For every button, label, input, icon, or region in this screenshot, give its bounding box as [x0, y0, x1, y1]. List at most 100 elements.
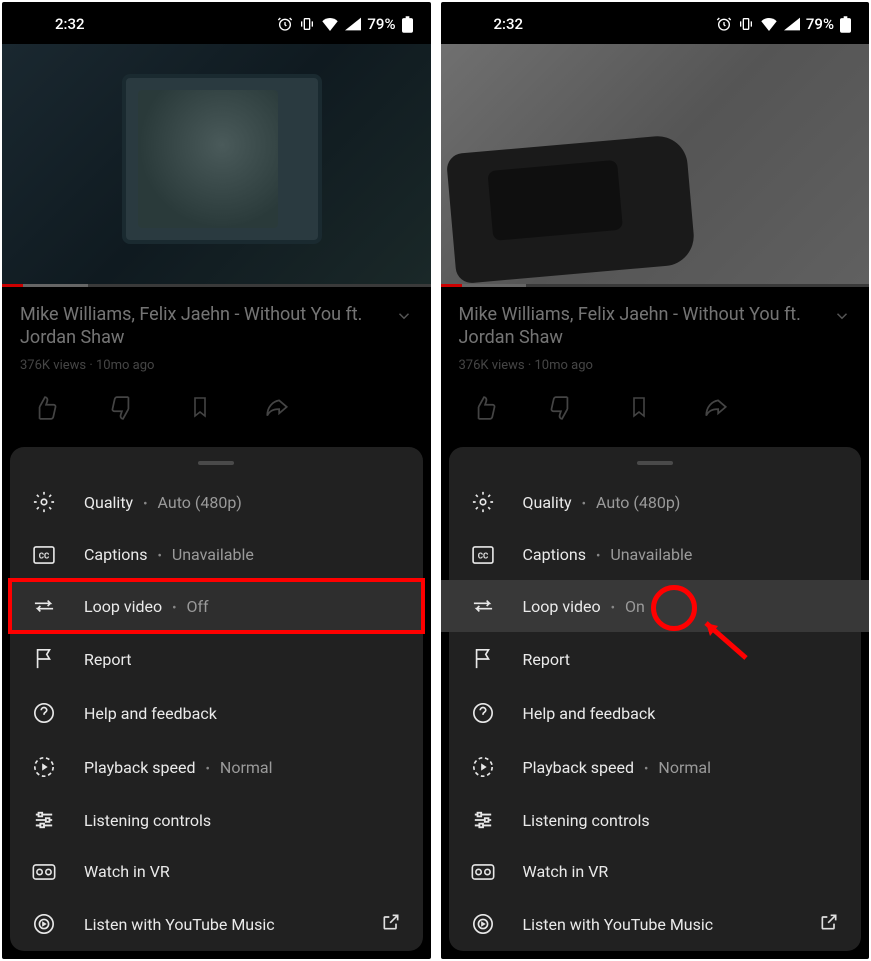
- loop-icon: [32, 596, 56, 616]
- loop-label: Loop video: [84, 597, 162, 616]
- vr-label: Watch in VR: [84, 862, 170, 881]
- quality-label: Quality: [84, 493, 133, 512]
- status-icons: 79%: [277, 15, 412, 33]
- help-label: Help and feedback: [84, 704, 217, 723]
- status-bar: 2:32 79%: [2, 2, 431, 44]
- loop-value: Off: [186, 597, 208, 616]
- listening-label: Listening controls: [84, 811, 211, 830]
- share-icon[interactable]: [703, 395, 729, 421]
- vibrate-icon: [738, 16, 754, 32]
- menu-captions[interactable]: CC Captions•Unavailable: [10, 529, 423, 580]
- ytmusic-label: Listen with YouTube Music: [84, 915, 275, 934]
- menu-loop-video[interactable]: Loop video•Off: [10, 580, 423, 632]
- wifi-icon: [321, 17, 339, 31]
- youtube-music-icon: [471, 913, 495, 935]
- status-bar: 2:32 79%: [441, 2, 870, 44]
- menu-listening-controls[interactable]: Listening controls: [449, 794, 862, 846]
- gear-icon: [32, 491, 56, 513]
- loop-label: Loop video: [523, 597, 601, 616]
- video-player[interactable]: [441, 44, 870, 284]
- external-link-icon: [381, 912, 401, 936]
- sheet-handle[interactable]: [637, 461, 673, 465]
- thumbs-down-icon[interactable]: [110, 395, 136, 421]
- loop-value: On: [625, 597, 645, 616]
- vibrate-icon: [299, 16, 315, 32]
- menu-watch-vr[interactable]: Watch in VR: [10, 846, 423, 897]
- alarm-icon: [277, 16, 293, 32]
- battery-text: 79%: [367, 15, 395, 33]
- speed-value: Normal: [658, 758, 711, 777]
- svg-text:CC: CC: [39, 550, 50, 560]
- signal-icon: [784, 17, 800, 31]
- quality-value: Auto (480p): [596, 493, 680, 512]
- external-link-icon: [819, 912, 839, 936]
- video-info: Mike Williams, Felix Jaehn - Without You…: [2, 287, 431, 381]
- settings-sheet: Quality•Auto (480p) CC Captions•Unavaila…: [449, 447, 862, 951]
- menu-watch-vr[interactable]: Watch in VR: [449, 846, 862, 897]
- status-time: 2:32: [20, 15, 85, 33]
- thumbs-down-icon[interactable]: [549, 395, 575, 421]
- speed-label: Playback speed: [523, 758, 635, 777]
- phone-screenshot-right: 2:32 79% Mike Williams, Felix Jaehn - Wi…: [441, 2, 870, 959]
- video-player[interactable]: [2, 44, 431, 284]
- video-meta: 376K views · 10mo ago: [459, 358, 852, 373]
- menu-help[interactable]: Help and feedback: [10, 686, 423, 740]
- menu-youtube-music[interactable]: Listen with YouTube Music: [10, 897, 423, 951]
- save-icon[interactable]: [188, 395, 212, 419]
- video-meta: 376K views · 10mo ago: [20, 358, 413, 373]
- menu-playback-speed[interactable]: Playback speed•Normal: [10, 740, 423, 794]
- speed-icon: [32, 756, 56, 778]
- menu-help[interactable]: Help and feedback: [449, 686, 862, 740]
- ytmusic-label: Listen with YouTube Music: [523, 915, 714, 934]
- annotation-circle: [651, 585, 697, 631]
- video-title[interactable]: Mike Williams, Felix Jaehn - Without You…: [20, 303, 383, 350]
- chevron-down-icon[interactable]: [833, 307, 851, 325]
- settings-sheet: Quality•Auto (480p) CC Captions•Unavaila…: [10, 447, 423, 951]
- sliders-icon: [471, 810, 495, 830]
- menu-youtube-music[interactable]: Listen with YouTube Music: [449, 897, 862, 951]
- menu-captions[interactable]: CC Captions•Unavailable: [449, 529, 862, 580]
- speed-label: Playback speed: [84, 758, 196, 777]
- phone-screenshot-left: 2:32 79% Mike Williams, Felix Jaehn - Wi…: [2, 2, 431, 959]
- video-info: Mike Williams, Felix Jaehn - Without You…: [441, 287, 870, 381]
- speed-value: Normal: [220, 758, 273, 777]
- report-label: Report: [84, 650, 132, 669]
- vr-icon: [32, 864, 56, 880]
- chevron-down-icon[interactable]: [395, 307, 413, 325]
- action-buttons: [441, 381, 870, 427]
- thumbs-up-icon[interactable]: [32, 395, 58, 421]
- battery-icon: [402, 16, 413, 33]
- help-icon: [471, 702, 495, 724]
- battery-icon: [840, 16, 851, 33]
- action-buttons: [2, 381, 431, 427]
- sliders-icon: [32, 810, 56, 830]
- report-label: Report: [523, 650, 571, 669]
- save-icon[interactable]: [627, 395, 651, 419]
- sheet-handle[interactable]: [198, 461, 234, 465]
- status-icons: 79%: [716, 15, 851, 33]
- status-time: 2:32: [459, 15, 524, 33]
- menu-report[interactable]: Report: [449, 632, 862, 686]
- thumbs-up-icon[interactable]: [471, 395, 497, 421]
- menu-loop-video[interactable]: Loop video•On: [441, 580, 870, 632]
- captions-label: Captions: [84, 545, 147, 564]
- alarm-icon: [716, 16, 732, 32]
- captions-value: Unavailable: [610, 545, 692, 564]
- youtube-music-icon: [32, 913, 56, 935]
- menu-quality[interactable]: Quality•Auto (480p): [449, 475, 862, 529]
- signal-icon: [345, 17, 361, 31]
- help-icon: [32, 702, 56, 724]
- menu-playback-speed[interactable]: Playback speed•Normal: [449, 740, 862, 794]
- loop-icon: [471, 596, 495, 616]
- flag-icon: [32, 648, 56, 670]
- menu-report[interactable]: Report: [10, 632, 423, 686]
- help-label: Help and feedback: [523, 704, 656, 723]
- vr-label: Watch in VR: [523, 862, 609, 881]
- quality-value: Auto (480p): [158, 493, 242, 512]
- video-title[interactable]: Mike Williams, Felix Jaehn - Without You…: [459, 303, 822, 350]
- menu-listening-controls[interactable]: Listening controls: [10, 794, 423, 846]
- captions-icon: CC: [32, 546, 56, 564]
- captions-value: Unavailable: [172, 545, 254, 564]
- share-icon[interactable]: [264, 395, 290, 421]
- menu-quality[interactable]: Quality•Auto (480p): [10, 475, 423, 529]
